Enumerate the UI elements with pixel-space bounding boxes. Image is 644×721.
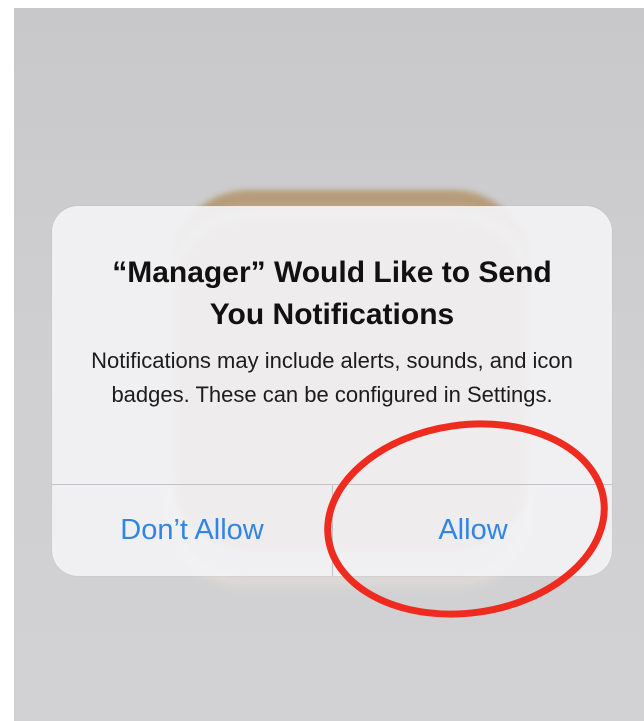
notification-permission-alert: “Manager” Would Like to Send You Notific… [52,206,612,576]
dont-allow-button[interactable]: Don’t Allow [52,485,332,576]
alert-message: Notifications may include alerts, sounds… [91,348,573,407]
alert-title: “Manager” Would Like to Send You Notific… [112,256,552,331]
allow-button[interactable]: Allow [333,485,612,576]
